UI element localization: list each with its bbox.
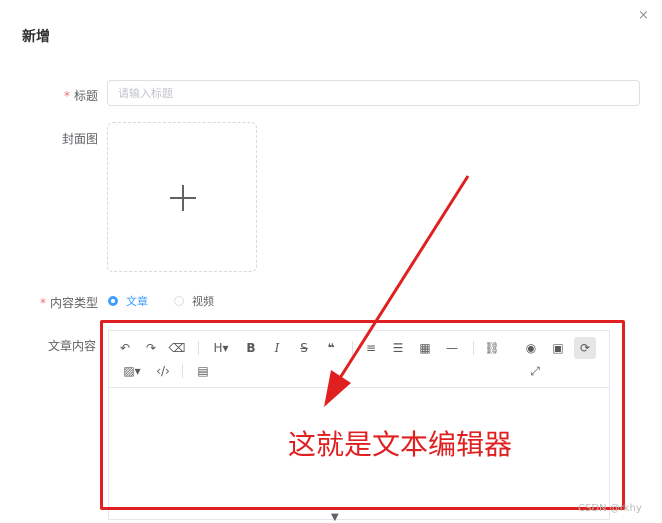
annotation-text: 这就是文本编辑器 [288,428,513,461]
watermark: CSDN @rkhy [578,503,642,514]
resize-handle-icon[interactable]: ▼ [331,512,339,523]
